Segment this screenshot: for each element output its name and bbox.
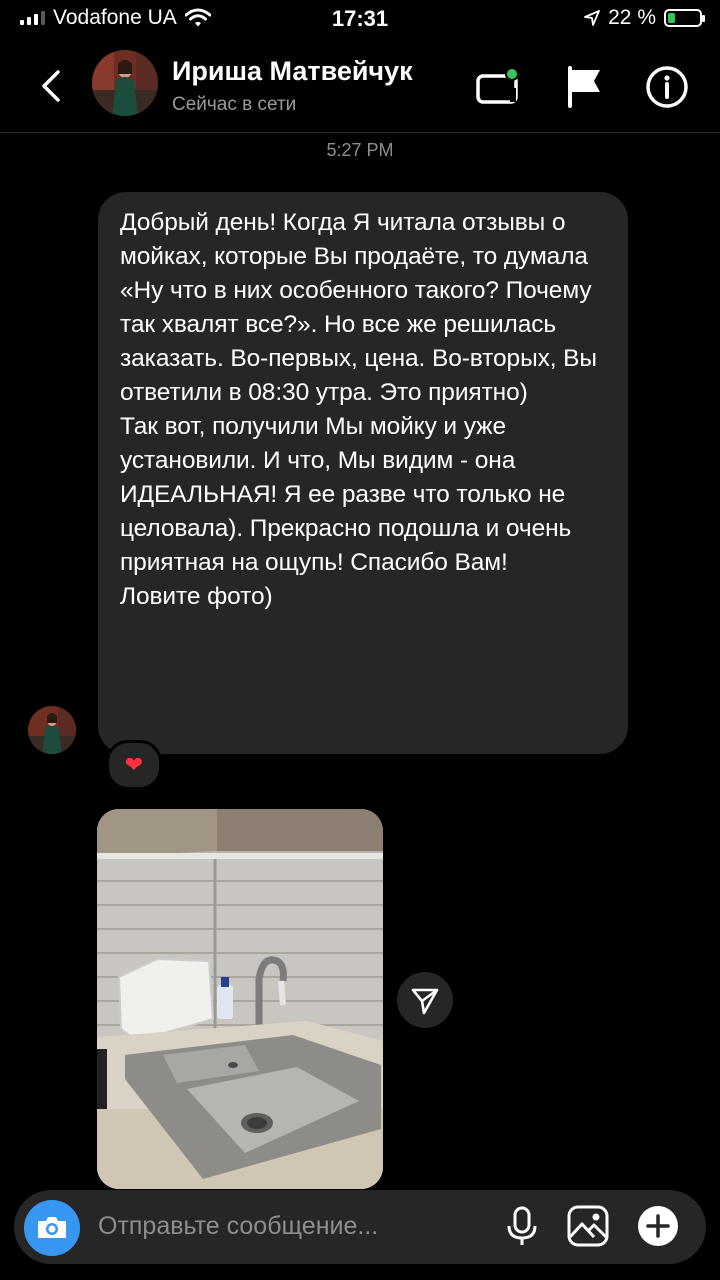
sender-avatar[interactable] (28, 706, 76, 754)
message-paragraph: Добрый день! Когда Я читала отзывы о мой… (120, 209, 597, 406)
message-timestamp: 5:27 PM (326, 140, 394, 160)
battery-icon (664, 9, 705, 27)
battery-percent: 22 % (608, 6, 656, 29)
flag-icon[interactable] (562, 64, 608, 110)
heart-icon: ❤ (124, 752, 144, 777)
presence-status: Сейчас в сети (172, 94, 297, 115)
message-paragraph: Так вот, получили Мы мойку и уже установ… (120, 413, 572, 576)
sink-photo[interactable] (97, 809, 383, 1189)
location-arrow-icon (584, 10, 601, 26)
info-icon[interactable] (644, 64, 690, 110)
avatar[interactable] (92, 50, 158, 116)
camera-icon[interactable] (24, 1200, 80, 1256)
contact-name[interactable]: Ириша Матвейчук (172, 56, 413, 87)
send-icon[interactable] (397, 972, 453, 1028)
video-call-icon[interactable] (474, 64, 520, 110)
heart-reaction[interactable]: ❤ (106, 740, 162, 790)
message-input[interactable]: Отправьте сообщение... (98, 1212, 378, 1241)
status-bar: Vodafone UA 17:31 22 % (0, 0, 720, 38)
chat-header: Ириша Матвейчук Сейчас в сети (0, 38, 720, 133)
message-text: Добрый день! Когда Я читала отзывы о мой… (120, 206, 610, 614)
plus-icon[interactable] (636, 1204, 680, 1248)
microphone-icon[interactable] (500, 1204, 544, 1248)
chevron-left-icon[interactable] (34, 66, 74, 106)
gallery-icon[interactable] (566, 1204, 610, 1248)
message-paragraph: Ловите фото) (120, 583, 273, 610)
